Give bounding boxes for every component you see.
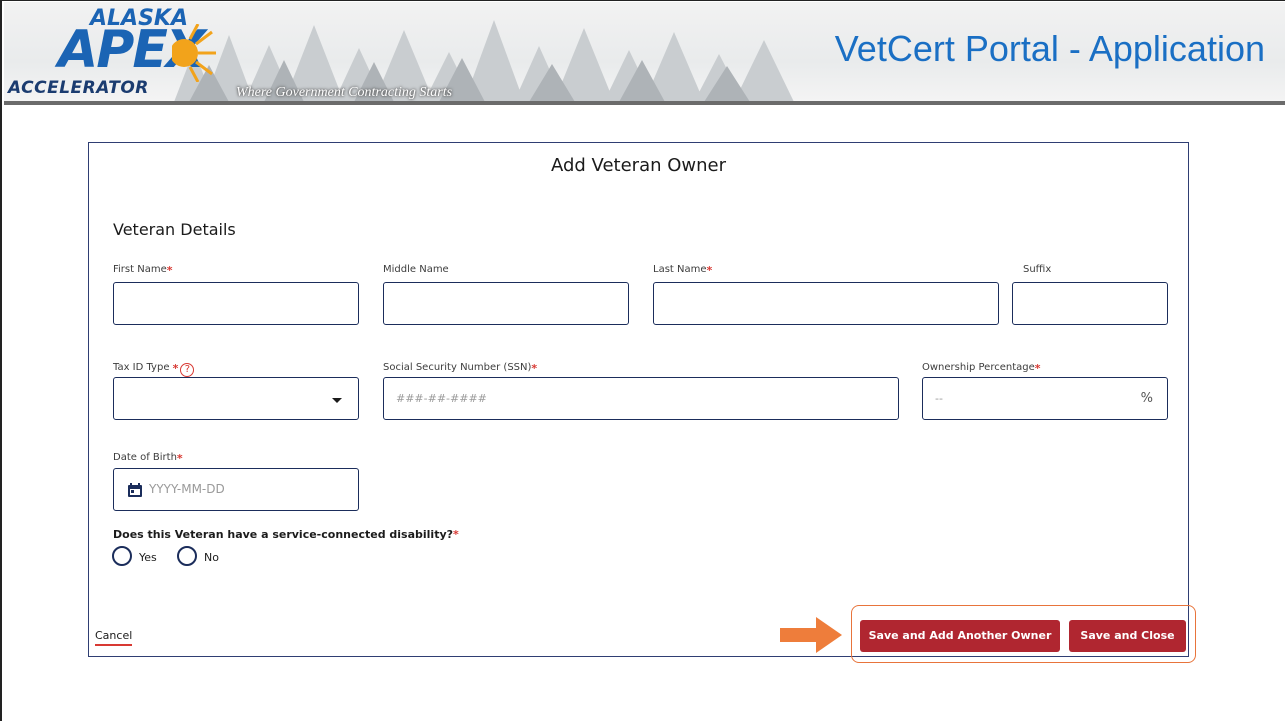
save-and-add-another-owner-button[interactable]: Save and Add Another Owner [860,620,1060,652]
page-title: VetCert Portal - Application [834,28,1265,69]
percent-unit: % [1140,391,1153,406]
ssn-label: Social Security Number (SSN)* [383,362,537,375]
required-marker: * [1034,362,1041,375]
last-name-label: Last Name* [653,264,712,277]
slide: ALASKA APEX ACCELERATOR Where Government… [0,0,1285,721]
first-name-label-text: First Name [113,264,167,275]
tax-id-type-label: Tax ID Type *? [113,362,195,377]
middle-name-input[interactable] [383,282,629,325]
required-marker: * [531,362,538,375]
ssn-input[interactable]: ###-##-#### [383,377,899,420]
middle-name-label: Middle Name [383,264,449,275]
date-of-birth-input[interactable]: YYYY-MM-DD [113,468,359,511]
header-banner: ALASKA APEX ACCELERATOR Where Government… [4,2,1285,102]
add-veteran-owner-dialog: Add Veteran Owner Veteran Details First … [88,142,1189,657]
tax-id-type-select[interactable] [113,377,359,420]
required-marker: * [176,452,183,465]
required-marker: * [453,528,459,541]
date-of-birth-label-text: Date of Birth [113,452,177,463]
date-placeholder: YYYY-MM-DD [149,482,225,496]
sunburst-icon [172,24,216,82]
ssn-placeholder: ###-##-#### [396,392,487,405]
radio-yes-label: Yes [139,551,157,564]
first-name-input[interactable] [113,282,359,325]
required-marker: * [166,264,173,277]
suffix-input[interactable] [1012,282,1168,325]
header-divider [4,101,1285,105]
required-marker: * [706,264,713,277]
ownership-percentage-label: Ownership Percentage* [922,362,1041,375]
last-name-input[interactable] [653,282,999,325]
arrow-right-icon [780,617,842,653]
save-and-close-button[interactable]: Save and Close [1069,620,1186,652]
first-name-label: First Name* [113,264,173,277]
tax-id-type-label-text: Tax ID Type [113,362,170,373]
ownership-percentage-label-text: Ownership Percentage [922,362,1035,373]
ownership-percentage-input[interactable]: -- % [922,377,1168,420]
disability-question: Does this Veteran have a service-connect… [113,528,459,541]
logo-accelerator-text: ACCELERATOR [8,78,149,98]
tagline: Where Government Contracting Starts [236,85,453,100]
cancel-link[interactable]: Cancel [95,629,133,646]
ssn-label-text: Social Security Number (SSN) [383,362,532,373]
disability-question-text: Does this Veteran have a service-connect… [113,528,454,541]
dialog-title: Add Veteran Owner [550,155,727,176]
radio-yes[interactable] [112,546,132,566]
last-name-label-text: Last Name [653,264,707,275]
apex-accelerator-logo: ALASKA APEX ACCELERATOR [8,6,238,98]
required-marker: * [172,362,179,375]
radio-no[interactable] [177,546,197,566]
section-title: Veteran Details [113,220,236,239]
radio-no-label: No [204,551,219,564]
suffix-label: Suffix [1023,264,1052,275]
ownership-placeholder: -- [935,392,943,405]
question-circle-icon[interactable]: ? [180,363,195,377]
dropdown-caret-icon [332,398,342,403]
calendar-icon[interactable] [127,482,143,498]
date-of-birth-label: Date of Birth* [113,452,183,465]
